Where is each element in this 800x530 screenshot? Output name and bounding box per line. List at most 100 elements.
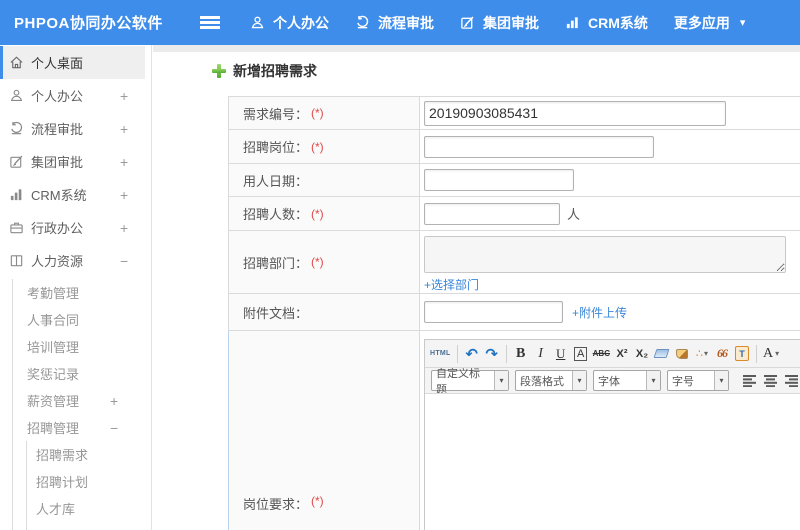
sidebar-item-label: 招聘管理 bbox=[27, 421, 80, 436]
underline-button[interactable]: U bbox=[553, 343, 569, 365]
required-marker: (*) bbox=[311, 206, 324, 221]
field-label: 需求编号： (*) bbox=[229, 97, 420, 129]
sidebar-item-recruit-mgmt[interactable]: 招聘管理 − bbox=[0, 414, 145, 441]
sidebar-item-personal-office[interactable]: 个人办公 + bbox=[0, 79, 145, 112]
editor-toolbar-row2: 自定义标题 ▾ 段落格式 ▾ 字体 ▾ 字号 ▾ bbox=[425, 368, 800, 394]
font-size-select[interactable]: 字号 ▾ bbox=[667, 370, 729, 391]
strikethrough-button[interactable]: ABC bbox=[593, 343, 610, 365]
sidebar-item-crm-system[interactable]: CRM系统 + bbox=[0, 178, 145, 211]
sidebar-item-reward-punishment[interactable]: 奖惩记录 bbox=[0, 360, 145, 387]
sidebar-item-recruit-demand[interactable]: 招聘需求 bbox=[0, 441, 145, 468]
sidebar-item-talent-pool[interactable]: 人才库 bbox=[0, 495, 145, 522]
sidebar-item-label: 人力资源 bbox=[31, 254, 84, 269]
topnav-workflow-approval[interactable]: 流程审批 bbox=[355, 13, 434, 33]
rich-text-editor: HTML ↶ ↷ B I U A ABC X² X₂ ∴ ▾ 66 T A ▾ … bbox=[424, 339, 800, 530]
form-row-attachment: 附件文档： +附件上传 bbox=[229, 294, 800, 331]
top-bar: PHPOA协同办公软件 个人办公 流程审批 集团审批 CRM系统 更多应用 ▾ bbox=[0, 0, 800, 45]
font-family-select[interactable]: 字体 ▾ bbox=[593, 370, 661, 391]
req-no-input[interactable] bbox=[424, 100, 726, 126]
form-row-date: 用人日期： bbox=[229, 164, 800, 197]
sidebar-item-personal-desktop[interactable]: 个人桌面 bbox=[0, 46, 145, 79]
caret-down-icon: ▾ bbox=[646, 371, 660, 390]
sidebar-item-label: 培训管理 bbox=[27, 340, 80, 355]
field-label: 用人日期： bbox=[229, 164, 420, 196]
form-row-dept: 招聘部门： (*) +选择部门 bbox=[229, 231, 800, 294]
required-marker: (*) bbox=[311, 139, 324, 154]
sidebar-item-label: 奖惩记录 bbox=[27, 367, 80, 382]
custom-title-select[interactable]: 自定义标题 ▾ bbox=[431, 368, 509, 393]
expand-icon[interactable]: + bbox=[120, 154, 128, 170]
expand-icon[interactable]: + bbox=[120, 220, 128, 236]
editor-content-area[interactable] bbox=[425, 394, 800, 530]
expand-icon[interactable]: + bbox=[120, 121, 128, 137]
align-left-button[interactable] bbox=[743, 374, 758, 387]
sidebar-item-human-resources[interactable]: 人力资源 − bbox=[0, 244, 145, 277]
sidebar-item-workflow-approval[interactable]: 流程审批 + bbox=[0, 112, 145, 145]
form-row-req-no: 需求编号： (*) bbox=[229, 97, 800, 130]
undo-button[interactable]: ↶ bbox=[464, 343, 480, 365]
hamburger-menu-icon[interactable] bbox=[200, 16, 220, 29]
brush-icon bbox=[675, 348, 688, 359]
topnav-more-apps[interactable]: 更多应用 ▾ bbox=[674, 13, 746, 33]
sidebar-item-label: 行政办公 bbox=[31, 221, 84, 236]
headcount-input[interactable] bbox=[424, 202, 560, 225]
sidebar-item-label: 招聘需求 bbox=[36, 448, 89, 463]
redo-button[interactable]: ↷ bbox=[484, 343, 500, 365]
topnav-group-approval[interactable]: 集团审批 bbox=[460, 13, 539, 33]
required-marker: (*) bbox=[311, 494, 324, 508]
dept-textarea[interactable] bbox=[424, 236, 786, 273]
emoticon-dropdown-button[interactable]: ∴ ▾ bbox=[694, 343, 710, 365]
topnav-personal-office[interactable]: 个人办公 bbox=[250, 13, 329, 33]
format-brush-button[interactable] bbox=[674, 343, 690, 365]
form-row-count: 招聘人数： (*) 人 bbox=[229, 197, 800, 231]
caret-down-icon: ▾ bbox=[703, 349, 708, 358]
sidebar-item-label: 人事合同 bbox=[27, 313, 80, 328]
attachment-upload-link[interactable]: +附件上传 bbox=[572, 304, 627, 321]
expand-icon[interactable]: + bbox=[120, 88, 128, 104]
bold-button[interactable]: B bbox=[513, 343, 529, 365]
edit-square-icon bbox=[460, 15, 475, 30]
html-source-button[interactable]: HTML bbox=[430, 343, 451, 365]
attachment-input[interactable] bbox=[424, 301, 563, 323]
eraser-button[interactable] bbox=[654, 343, 670, 365]
sidebar-item-label: 薪资管理 bbox=[27, 394, 80, 409]
superscript-button[interactable]: X² bbox=[614, 343, 630, 365]
top-nav: 个人办公 流程审批 集团审批 CRM系统 更多应用 ▾ bbox=[250, 13, 771, 33]
sidebar-item-hr-contract[interactable]: 人事合同 bbox=[0, 306, 145, 333]
hire-date-input[interactable] bbox=[424, 169, 574, 191]
collapse-icon[interactable]: − bbox=[120, 253, 128, 269]
field-label: 招聘人数： (*) bbox=[229, 197, 420, 230]
expand-icon[interactable]: + bbox=[120, 187, 128, 203]
sidebar-item-label: 个人桌面 bbox=[31, 56, 84, 71]
caret-down-icon: ▾ bbox=[775, 349, 780, 358]
sidebar-item-group-approval[interactable]: 集团审批 + bbox=[0, 145, 145, 178]
sidebar-item-label: 集团审批 bbox=[31, 155, 84, 170]
topnav-label: CRM系统 bbox=[588, 14, 648, 31]
paste-button[interactable]: T bbox=[734, 343, 750, 365]
person-icon bbox=[9, 88, 24, 103]
font-box-button[interactable]: A bbox=[573, 346, 588, 361]
book-icon bbox=[9, 253, 24, 268]
italic-button[interactable]: I bbox=[533, 343, 549, 365]
font-color-dropdown-button[interactable]: A ▾ bbox=[763, 343, 779, 365]
paragraph-format-select[interactable]: 段落格式 ▾ bbox=[515, 370, 587, 391]
subscript-button[interactable]: X₂ bbox=[634, 343, 650, 365]
select-dept-link[interactable]: +选择部门 bbox=[424, 276, 479, 293]
collapse-icon[interactable]: − bbox=[110, 420, 118, 436]
sidebar-item-training-mgmt[interactable]: 培训管理 bbox=[0, 333, 145, 360]
sidebar-item-admin-office[interactable]: 行政办公 + bbox=[0, 211, 145, 244]
topnav-label: 流程审批 bbox=[378, 14, 434, 31]
page-title-text: 新增招聘需求 bbox=[233, 63, 317, 79]
topnav-crm-system[interactable]: CRM系统 bbox=[565, 13, 648, 33]
align-center-button[interactable] bbox=[764, 374, 779, 387]
toolbar-separator bbox=[456, 344, 458, 363]
sidebar-item-salary-mgmt[interactable]: 薪资管理 + bbox=[0, 387, 145, 414]
sidebar-item-attendance-mgmt[interactable]: 考勤管理 bbox=[0, 279, 145, 306]
align-right-button[interactable] bbox=[785, 374, 800, 387]
position-input[interactable] bbox=[424, 135, 654, 158]
field-label: 附件文档： bbox=[229, 294, 420, 330]
sidebar-item-recruit-plan[interactable]: 招聘计划 bbox=[0, 468, 145, 495]
caret-down-icon: ▾ bbox=[739, 17, 746, 29]
expand-icon[interactable]: + bbox=[110, 393, 118, 409]
blockquote-button[interactable]: 66 bbox=[714, 343, 730, 365]
